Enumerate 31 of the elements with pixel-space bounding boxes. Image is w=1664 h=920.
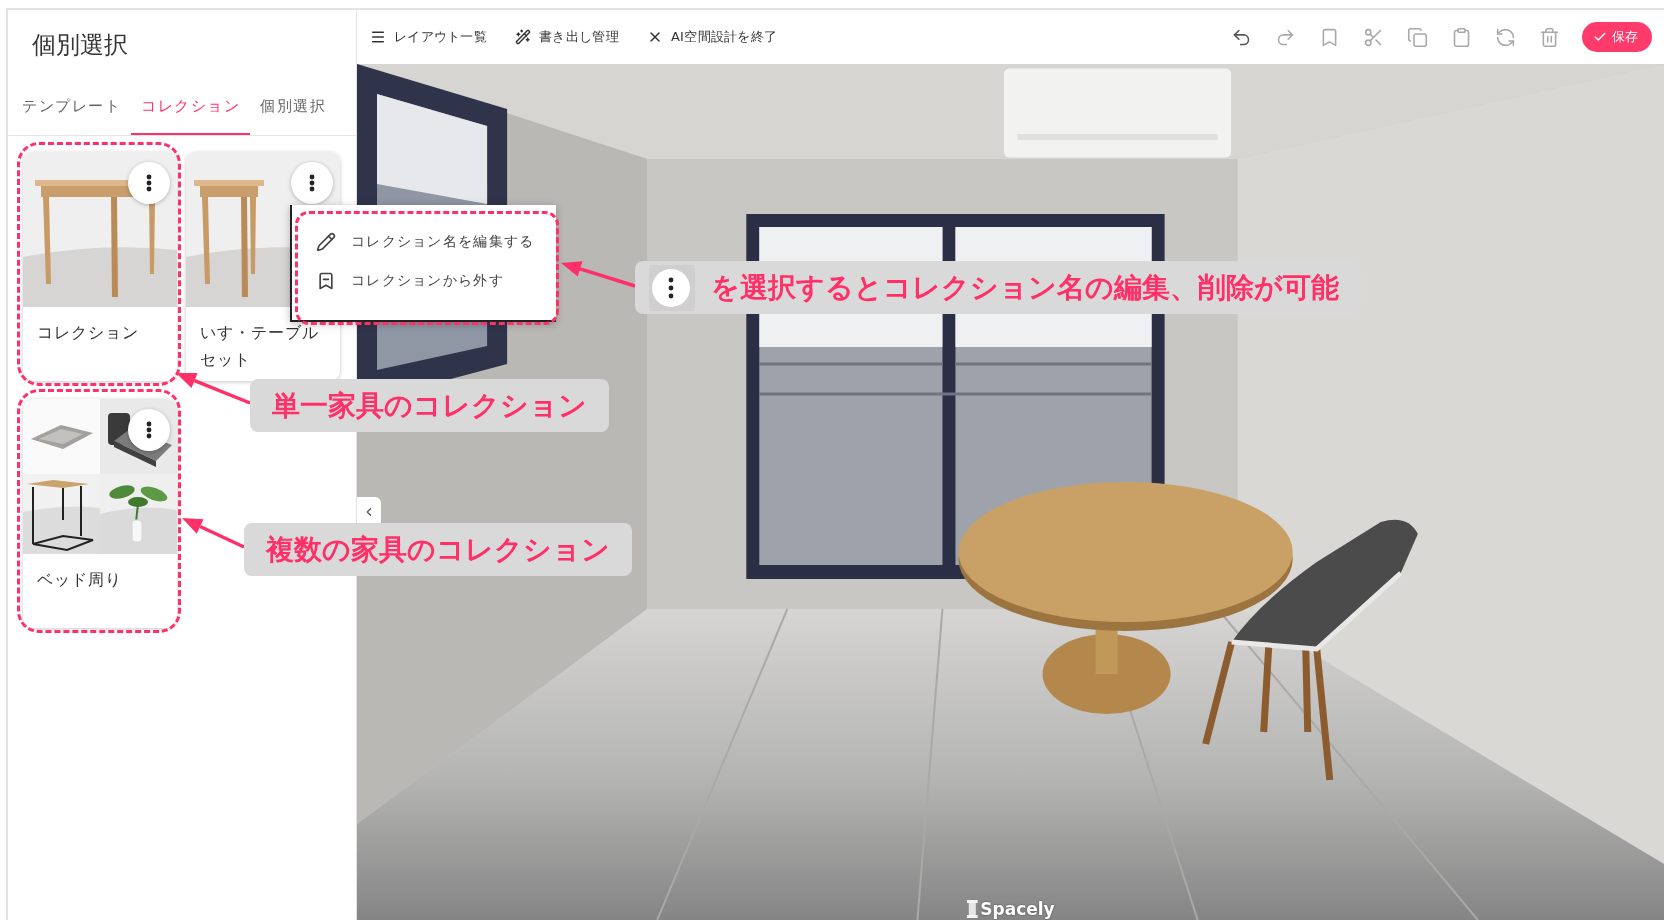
menu-icon — [370, 29, 386, 45]
annotation-text: 単一家具のコレクション — [272, 387, 587, 424]
tab[interactable]: テンプレート — [12, 80, 131, 135]
tab[interactable]: コレクション — [131, 80, 250, 135]
more-icon — [146, 174, 152, 192]
toolbar-action[interactable]: レイアウト一覧 — [370, 28, 488, 46]
collection-card[interactable]: ベッド周り — [23, 399, 177, 628]
scissors-icon — [1362, 26, 1384, 48]
annotation-text: を選択するとコレクション名の編集、削除が可能 — [711, 269, 1339, 306]
toolbar-action[interactable]: 書き出し管理 — [515, 28, 619, 46]
collection-name: コレクション — [36, 322, 140, 344]
pointer-arrow — [182, 518, 245, 549]
tab[interactable]: 個別選択 — [250, 80, 336, 135]
bookmark-minus-icon — [316, 270, 336, 291]
logo-text: Spacely — [980, 899, 1055, 919]
magic-wand-icon — [515, 29, 532, 45]
check-icon — [1593, 30, 1607, 44]
collection-card[interactable]: コレクション — [23, 152, 177, 381]
collection-name: いす・テーブルセット — [199, 322, 320, 371]
column-icon — [966, 900, 978, 918]
more-icon — [649, 264, 695, 311]
pencil-icon — [316, 231, 336, 252]
more-icon — [146, 421, 152, 439]
refresh-icon — [1494, 26, 1516, 48]
panel-title: 個別選択 — [32, 31, 129, 59]
toolbar-action[interactable]: AI空間設計を終了 — [646, 28, 778, 46]
copy-icon — [1406, 26, 1428, 48]
more-icon — [309, 174, 315, 192]
collection-name: ベッド周り — [36, 569, 123, 591]
trash-icon — [1538, 26, 1560, 48]
annotation-text: 複数の家具のコレクション — [266, 531, 610, 568]
